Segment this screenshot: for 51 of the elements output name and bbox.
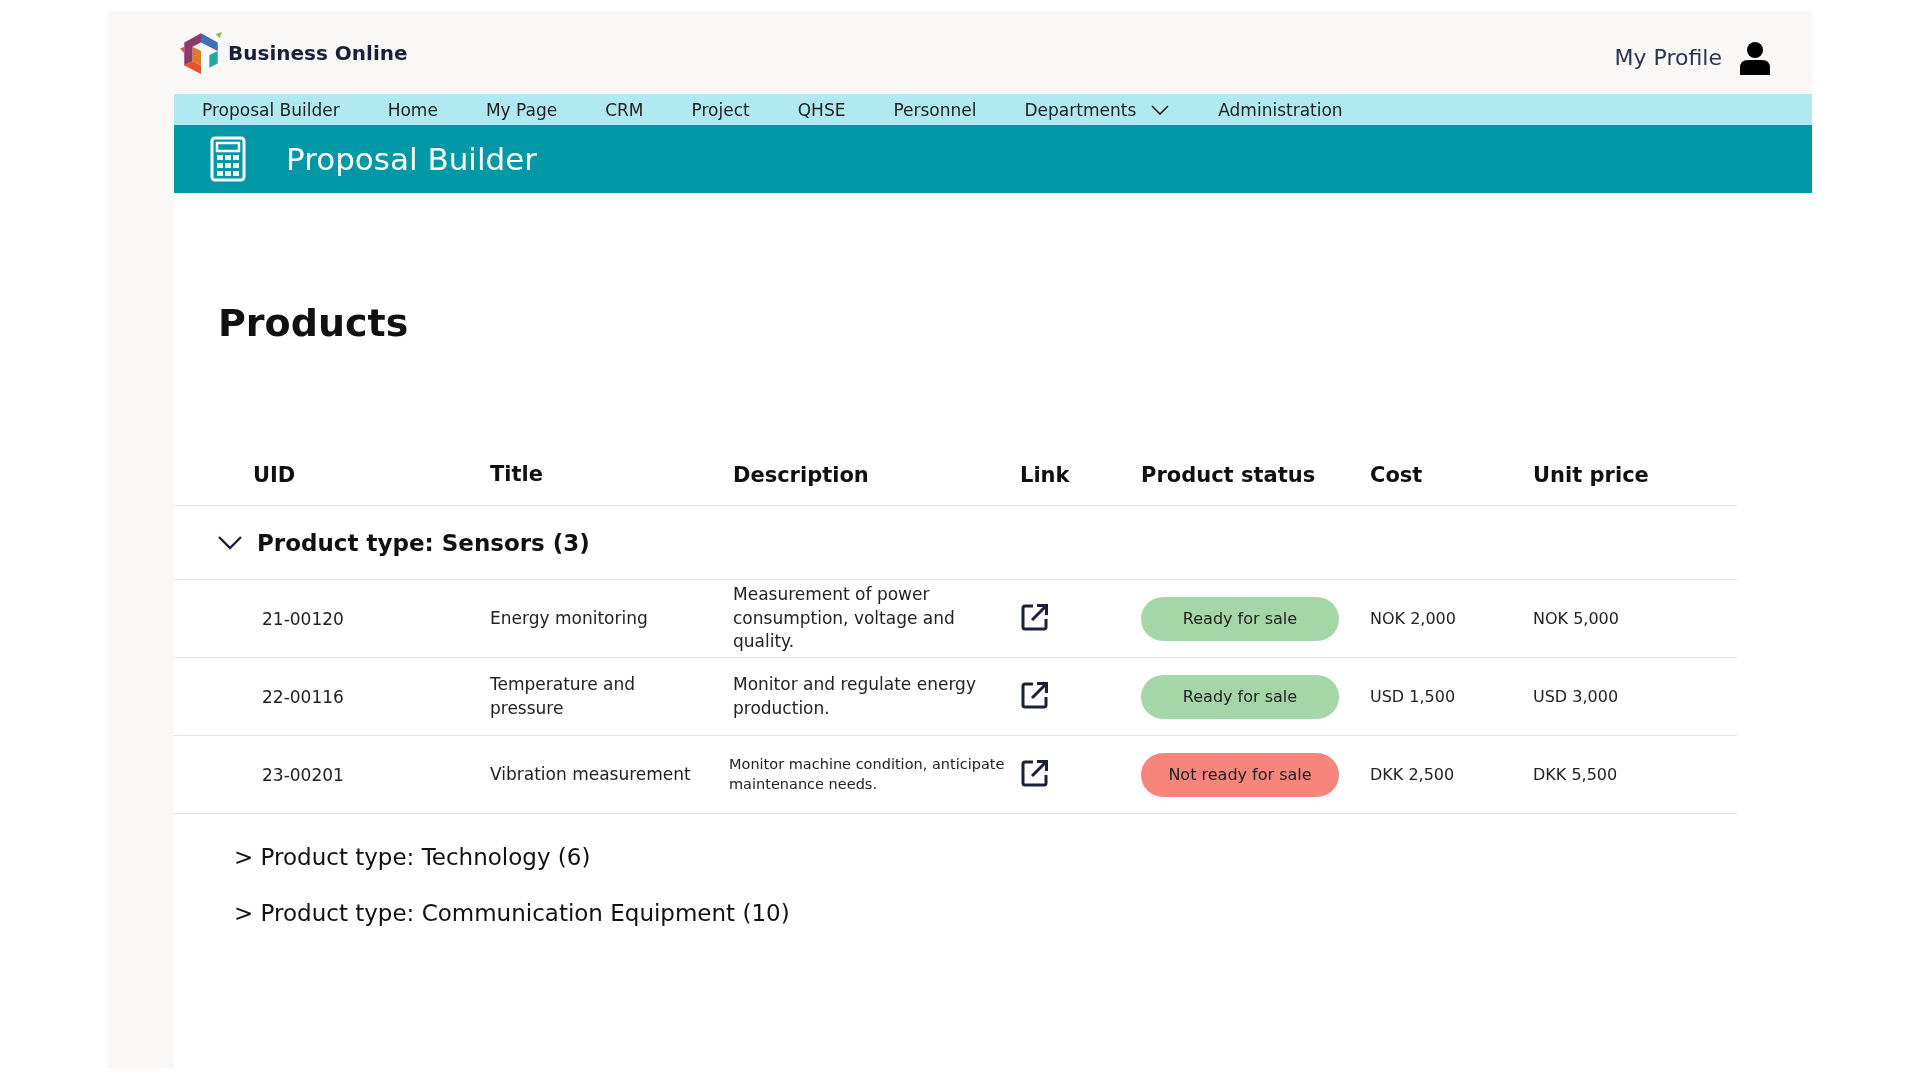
- column-header: Product status: [1141, 463, 1317, 487]
- external-link-icon[interactable]: [1020, 601, 1050, 632]
- nav-item[interactable]: My Page: [485, 99, 558, 120]
- nav-item[interactable]: Personnel: [893, 99, 977, 120]
- chevron-down-icon[interactable]: [217, 534, 243, 551]
- status-badge: Ready for sale: [1141, 596, 1339, 641]
- column-header: Link: [1020, 463, 1071, 487]
- column-header: Description: [733, 463, 870, 487]
- section-title: Products: [218, 301, 410, 345]
- table-cell-text: Vibration measurement: [490, 762, 692, 786]
- status-badge: Ready for sale: [1141, 674, 1339, 719]
- table-cell-text: 22-00116: [261, 686, 345, 707]
- status-badge: Not ready for sale: [1141, 752, 1339, 797]
- table-cell-text: DKK 5,500: [1533, 765, 1619, 784]
- table-cell-text: USD 3,000: [1533, 687, 1620, 706]
- table-cell-text: Energy monitoring: [490, 606, 649, 630]
- column-header: Cost: [1370, 463, 1424, 487]
- group-label: Product type: Sensors (3): [257, 529, 590, 556]
- calculator-icon: [210, 136, 246, 182]
- table-cell-text: NOK 5,000: [1533, 609, 1620, 628]
- column-header: Title: [490, 461, 544, 489]
- table-cell-text: Measurement of power consumption, voltage and quality.: [733, 582, 956, 654]
- logo-icon: [178, 29, 224, 76]
- group-header[interactable]: Product type: Sensors (3): [174, 506, 1737, 580]
- nav-item[interactable]: Project: [691, 99, 750, 120]
- nav-item[interactable]: Proposal Builder: [202, 99, 340, 120]
- column-header: Unit price: [1533, 463, 1650, 487]
- brand-name: Business Online: [228, 40, 408, 65]
- group-header[interactable]: > Product type: Technology (6): [234, 844, 591, 870]
- table-cell-text: Monitor machine condition, anticipate maintenance needs.: [729, 754, 1006, 794]
- external-link-icon[interactable]: [1020, 679, 1050, 710]
- table-cell-text: 21-00120: [261, 608, 345, 629]
- nav-item[interactable]: Departments: [1024, 99, 1171, 120]
- table-cell-text: DKK 2,500: [1370, 765, 1456, 784]
- profile-link[interactable]: My Profile: [1614, 40, 1772, 75]
- nav-item[interactable]: Home: [387, 99, 438, 120]
- group-header[interactable]: > Product type: Communication Equipment (10): [234, 900, 790, 926]
- logo[interactable]: Business Online: [178, 29, 408, 76]
- nav-item[interactable]: CRM: [605, 99, 644, 120]
- table-cell-text: 23-00201: [261, 764, 345, 785]
- external-link-icon[interactable]: [1020, 757, 1050, 788]
- nav-item[interactable]: Administration: [1218, 99, 1343, 120]
- table-cell-text: NOK 2,000: [1370, 609, 1457, 628]
- table-cell-text: Temperature and pressure: [490, 672, 637, 720]
- chevron-down-icon: [1150, 103, 1171, 116]
- page-heading: Proposal Builder: [286, 141, 538, 177]
- table-cell-text: USD 1,500: [1370, 687, 1457, 706]
- table-cell-text: Monitor and regulate energy production.: [733, 672, 977, 720]
- nav-item[interactable]: QHSE: [797, 99, 846, 120]
- column-header: UID: [252, 463, 297, 487]
- user-icon: [1738, 40, 1772, 75]
